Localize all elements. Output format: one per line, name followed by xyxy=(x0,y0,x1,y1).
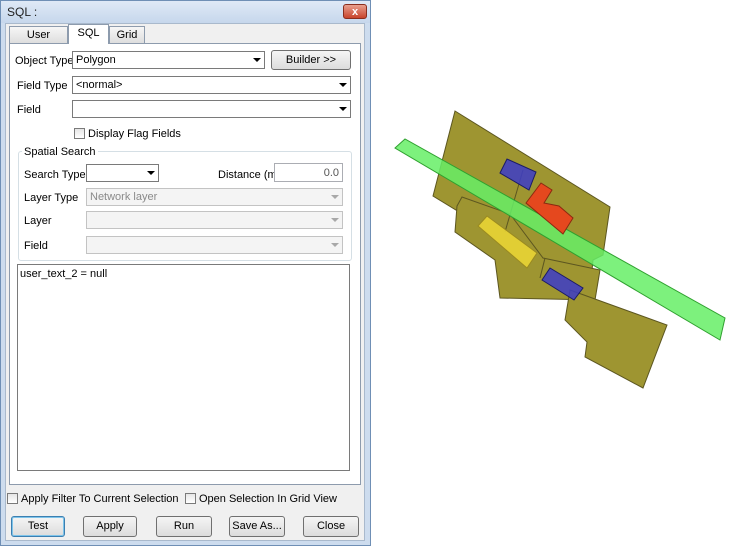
object-type-label: Object Type xyxy=(15,55,74,67)
run-button[interactable]: Run xyxy=(156,516,212,537)
apply-filter-label: Apply Filter To Current Selection xyxy=(21,493,179,505)
display-flag-fields-checkbox[interactable] xyxy=(74,128,85,139)
field-select[interactable] xyxy=(72,100,351,118)
spatial-field-select[interactable] xyxy=(86,236,343,254)
tab-grid[interactable]: Grid xyxy=(109,26,145,43)
distance-input[interactable]: 0.0 xyxy=(274,163,343,182)
chevron-down-icon xyxy=(253,58,261,62)
close-button[interactable]: Close xyxy=(303,516,359,537)
map-view[interactable] xyxy=(371,0,731,546)
object-type-select[interactable]: Polygon xyxy=(72,51,265,69)
test-button[interactable]: Test xyxy=(11,516,65,537)
window-close-button[interactable]: x xyxy=(343,4,367,19)
search-type-select[interactable] xyxy=(86,164,159,182)
distance-label: Distance (m) xyxy=(218,169,281,181)
chevron-down-icon xyxy=(331,195,339,199)
object-type-value: Polygon xyxy=(76,54,116,66)
layer-type-select[interactable]: Network layer xyxy=(86,188,343,206)
layer-select[interactable] xyxy=(86,211,343,229)
building-polygon-south[interactable] xyxy=(564,289,668,389)
apply-button[interactable]: Apply xyxy=(83,516,137,537)
layer-type-label: Layer Type xyxy=(24,192,79,204)
search-type-label: Search Type xyxy=(24,169,86,181)
sql-query-textarea[interactable]: user_text_2 = null xyxy=(17,264,350,471)
chevron-down-icon xyxy=(147,171,155,175)
distance-value: 0.0 xyxy=(323,167,339,179)
open-in-grid-label: Open Selection In Grid View xyxy=(199,493,337,505)
window-title: SQL : xyxy=(7,5,38,19)
field-type-value: <normal> xyxy=(76,79,123,91)
layer-type-value: Network layer xyxy=(90,191,158,203)
builder-button[interactable]: Builder >> xyxy=(271,50,351,70)
open-in-grid-checkbox[interactable] xyxy=(185,493,196,504)
field-label: Field xyxy=(17,104,41,116)
field-type-label: Field Type xyxy=(17,80,68,92)
chevron-down-icon xyxy=(339,107,347,111)
spatial-search-legend: Spatial Search xyxy=(22,146,98,158)
apply-filter-checkbox[interactable] xyxy=(7,493,18,504)
green-road-strip[interactable] xyxy=(394,138,726,341)
tab-user-macros[interactable]: User Macros xyxy=(9,26,68,57)
layer-label: Layer xyxy=(24,215,52,227)
title-bar[interactable]: SQL : x xyxy=(1,1,370,23)
save-as-button[interactable]: Save As... xyxy=(229,516,285,537)
chevron-down-icon xyxy=(339,83,347,87)
chevron-down-icon xyxy=(331,243,339,247)
sql-query-text: user_text_2 = null xyxy=(20,268,108,280)
spatial-field-label: Field xyxy=(24,240,48,252)
chevron-down-icon xyxy=(331,218,339,222)
field-type-select[interactable]: <normal> xyxy=(72,76,351,94)
tab-sql[interactable]: SQL xyxy=(68,24,109,44)
display-flag-fields-label: Display Flag Fields xyxy=(88,128,181,140)
